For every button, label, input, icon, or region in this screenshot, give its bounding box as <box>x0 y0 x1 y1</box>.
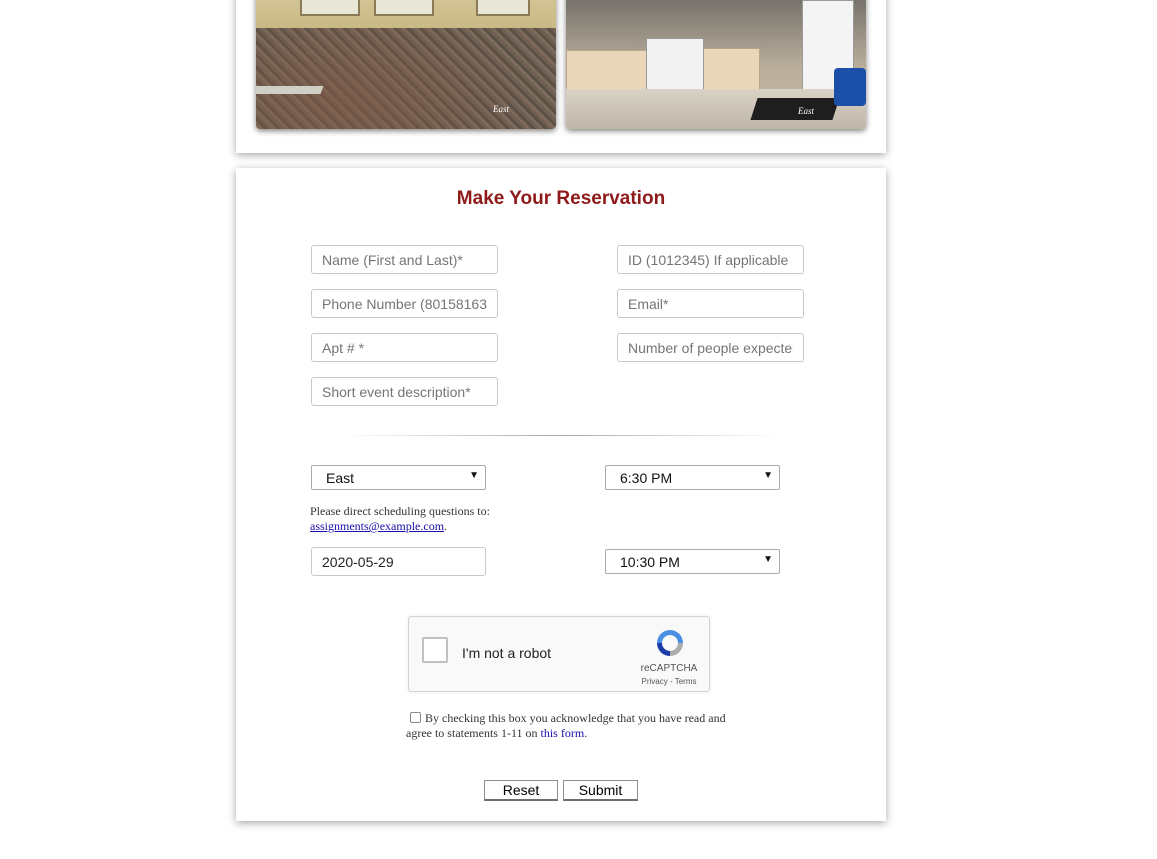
recaptcha-brand: reCAPTCHA <box>640 663 698 674</box>
recaptcha-logo-icon <box>657 630 683 656</box>
dropdown-arrow-icon: ▼ <box>763 470 773 481</box>
apt-input[interactable] <box>311 333 498 362</box>
recaptcha-widget: I'm not a robot reCAPTCHA Privacy - Term… <box>408 616 710 692</box>
scheduling-note: Please direct scheduling questions to: a… <box>310 504 490 533</box>
start-time-select[interactable]: 6:30 PM ▼ <box>605 465 780 490</box>
start-time-value: 6:30 PM <box>620 470 673 486</box>
consent-statement: By checking this box you acknowledge tha… <box>406 711 726 740</box>
recaptcha-privacy-terms[interactable]: Privacy - Terms <box>631 677 707 686</box>
end-time-select[interactable]: 10:30 PM ▼ <box>605 549 780 574</box>
location-select-value: East <box>326 470 355 486</box>
kitchen-photo: East <box>566 0 866 129</box>
people-count-input[interactable] <box>617 333 804 362</box>
recaptcha-checkbox[interactable] <box>422 637 448 663</box>
location-select[interactable]: East ▼ <box>311 465 486 490</box>
submit-button[interactable]: Submit <box>563 780 638 801</box>
date-input[interactable] <box>311 547 486 576</box>
reservation-form-card: Make Your Reservation East ▼ 6:30 PM ▼ P… <box>236 168 886 821</box>
photo-gallery-card: East East <box>236 0 886 153</box>
recaptcha-label: I'm not a robot <box>462 645 552 661</box>
id-input[interactable] <box>617 245 804 274</box>
dropdown-arrow-icon: ▼ <box>763 554 773 565</box>
form-title: Make Your Reservation <box>456 188 666 209</box>
phone-input[interactable] <box>311 289 498 318</box>
scheduling-email-link[interactable]: assignments@example.com <box>310 519 444 533</box>
photo-caption: East <box>493 104 510 114</box>
dropdown-arrow-icon: ▼ <box>469 470 479 481</box>
name-input[interactable] <box>311 245 498 274</box>
consent-form-link[interactable]: this form <box>541 726 585 740</box>
divider <box>341 435 781 436</box>
end-time-value: 10:30 PM <box>620 554 680 570</box>
event-description-input[interactable] <box>311 377 498 406</box>
consent-checkbox[interactable] <box>410 712 421 723</box>
reset-button[interactable]: Reset <box>484 780 558 801</box>
room-photo: East <box>256 0 556 129</box>
email-input[interactable] <box>617 289 804 318</box>
photo-caption: East <box>798 106 815 116</box>
